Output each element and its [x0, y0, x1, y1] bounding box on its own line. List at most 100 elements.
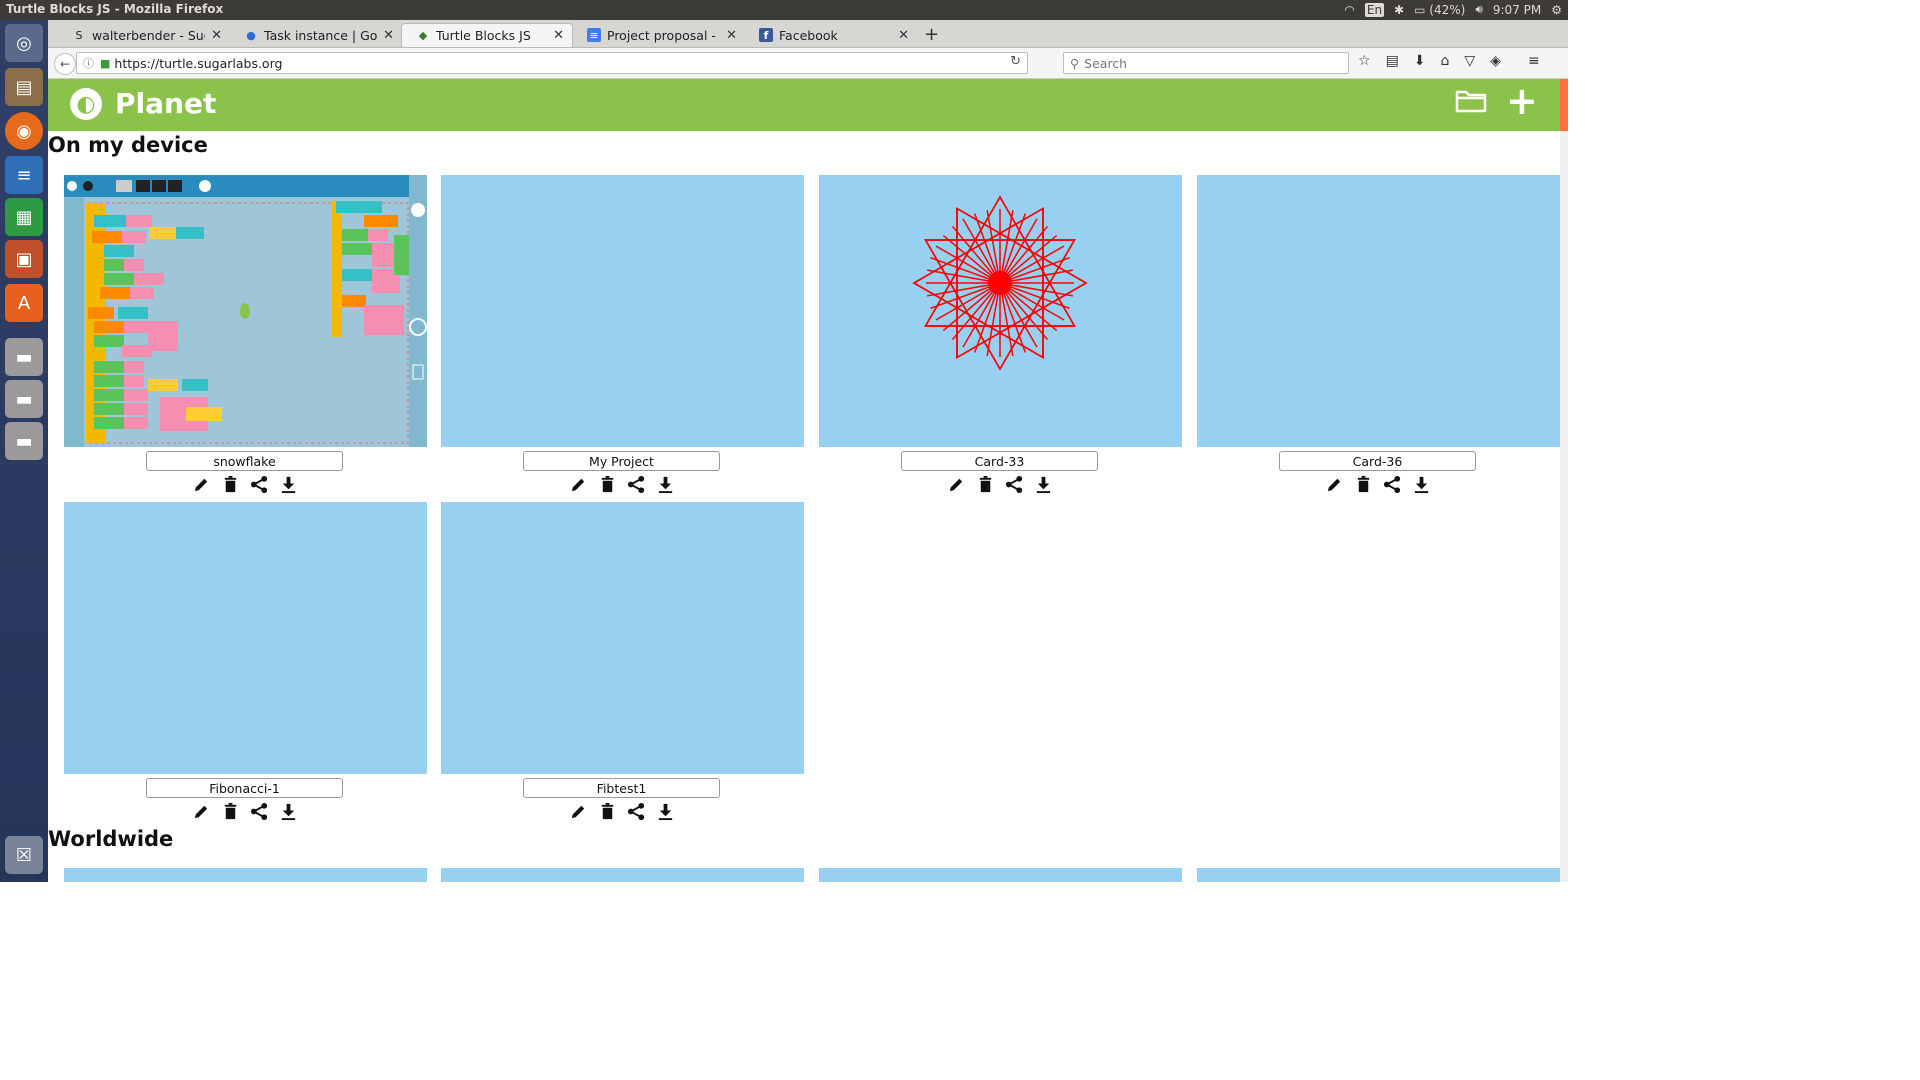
- edit-pencil-icon[interactable]: [569, 802, 588, 821]
- card-actions: [947, 475, 1053, 494]
- project-name-field[interactable]: My Project: [523, 451, 720, 471]
- bookmark-star-icon[interactable]: ☆: [1358, 53, 1371, 69]
- close-tab-icon[interactable]: ✕: [726, 28, 737, 43]
- close-tab-icon[interactable]: ✕: [553, 28, 564, 43]
- clock[interactable]: 9:07 PM: [1493, 3, 1541, 17]
- red-spirograph-image: [912, 195, 1088, 371]
- delete-trash-icon[interactable]: [598, 802, 617, 821]
- project-name-field[interactable]: Fibtest1: [523, 778, 720, 798]
- tab-facebook[interactable]: f Facebook ✕: [745, 23, 917, 47]
- worldwide-project-thumbnail[interactable]: [441, 868, 804, 882]
- downloads-icon[interactable]: ⬇: [1414, 53, 1426, 69]
- tab-task-instance[interactable]: ● Task instance | Goo… ✕: [230, 23, 402, 47]
- project-name-field[interactable]: snowflake: [146, 451, 343, 471]
- project-name-field[interactable]: Card-36: [1279, 451, 1476, 471]
- search-input[interactable]: ⚲ Search: [1063, 52, 1349, 74]
- edit-pencil-icon[interactable]: [569, 475, 588, 494]
- project-card: My Project: [441, 175, 804, 494]
- battery-indicator[interactable]: ▭ (42%): [1414, 3, 1465, 17]
- open-folder-icon[interactable]: [1455, 89, 1487, 113]
- browser-nav-bar: ← ⓘ ■ https://turtle.sugarlabs.org ↻ ⚲ S…: [48, 48, 1568, 79]
- close-tab-icon[interactable]: ✕: [898, 28, 909, 43]
- scrollbar[interactable]: [1560, 79, 1568, 882]
- ubuntu-dash-icon[interactable]: ◎: [5, 24, 43, 62]
- files-icon[interactable]: ▤: [5, 68, 43, 106]
- worldwide-project-thumbnail[interactable]: [819, 868, 1182, 882]
- system-top-panel: Turtle Blocks JS - Mozilla Firefox ◠ En …: [0, 0, 1568, 20]
- edit-pencil-icon[interactable]: [192, 802, 211, 821]
- software-center-icon[interactable]: A: [5, 284, 43, 322]
- worldwide-project-thumbnail[interactable]: [1197, 868, 1560, 882]
- project-thumbnail[interactable]: [819, 175, 1182, 447]
- trash-icon[interactable]: ☒: [5, 836, 43, 874]
- delete-trash-icon[interactable]: [976, 475, 995, 494]
- card-actions: [192, 802, 298, 821]
- google-code-in-favicon-icon: ●: [246, 28, 256, 42]
- download-icon[interactable]: [1034, 475, 1053, 494]
- libreoffice-calc-icon[interactable]: ▦: [5, 198, 43, 236]
- url-bar[interactable]: ⓘ ■ https://turtle.sugarlabs.org ↻: [76, 52, 1028, 74]
- share-icon[interactable]: [627, 802, 646, 821]
- delete-trash-icon[interactable]: [1354, 475, 1373, 494]
- keyboard-layout-indicator[interactable]: En: [1364, 2, 1385, 17]
- libreoffice-impress-icon[interactable]: ▣: [5, 240, 43, 278]
- new-project-plus-icon[interactable]: +: [1506, 82, 1538, 120]
- close-tab-icon[interactable]: ✕: [211, 28, 222, 43]
- delete-trash-icon[interactable]: [221, 802, 240, 821]
- google-docs-favicon-icon: ≡: [587, 28, 601, 42]
- sugarlabs-favicon-icon: S: [75, 28, 83, 42]
- scrollbar-thumb[interactable]: [1560, 79, 1568, 131]
- reading-list-icon[interactable]: ▤: [1386, 53, 1399, 69]
- project-thumbnail[interactable]: [441, 175, 804, 447]
- share-icon[interactable]: [1383, 475, 1402, 494]
- pocket-icon[interactable]: ▽: [1464, 53, 1475, 69]
- new-tab-plus-icon[interactable]: +: [924, 24, 939, 45]
- edit-pencil-icon[interactable]: [192, 475, 211, 494]
- project-thumbnail[interactable]: [441, 502, 804, 774]
- reload-icon[interactable]: ↻: [1010, 54, 1021, 69]
- drive-icon[interactable]: ▬: [5, 338, 43, 376]
- share-icon[interactable]: [250, 475, 269, 494]
- download-icon[interactable]: [656, 802, 675, 821]
- delete-trash-icon[interactable]: [221, 475, 240, 494]
- share-icon[interactable]: [250, 802, 269, 821]
- back-arrow-icon[interactable]: ←: [54, 53, 76, 75]
- globe-icon[interactable]: ◐: [70, 88, 102, 120]
- bluetooth-icon[interactable]: ✱: [1394, 3, 1404, 17]
- volume-icon[interactable]: 🔊︎: [1475, 2, 1483, 17]
- settings-gear-icon[interactable]: ⚙: [1551, 3, 1562, 17]
- project-thumbnail[interactable]: [1197, 175, 1560, 447]
- download-icon[interactable]: [279, 802, 298, 821]
- tab-project-proposal[interactable]: ≡ Project proposal - G… ✕: [573, 23, 745, 47]
- drive-icon[interactable]: ▬: [5, 422, 43, 460]
- wifi-icon[interactable]: ◠: [1344, 3, 1354, 17]
- menu-hamburger-icon[interactable]: ≡: [1528, 53, 1540, 69]
- worldwide-project-thumbnail[interactable]: [64, 868, 427, 882]
- share-icon[interactable]: [1005, 475, 1024, 494]
- libreoffice-writer-icon[interactable]: ≡: [5, 156, 43, 194]
- tab-walterbender[interactable]: S walterbender - Sug… ✕: [58, 23, 230, 47]
- tab-turtle-blocks[interactable]: ◆ Turtle Blocks JS ✕: [401, 23, 573, 47]
- edit-pencil-icon[interactable]: [947, 475, 966, 494]
- delete-trash-icon[interactable]: [598, 475, 617, 494]
- home-icon[interactable]: ⌂: [1441, 53, 1450, 69]
- toolbar-icons: ☆ ▤ ⬇ ⌂ ▽ ◈ ≡: [1358, 53, 1540, 69]
- project-card: Fibonacci-1: [64, 502, 427, 821]
- download-icon[interactable]: [656, 475, 675, 494]
- close-tab-icon[interactable]: ✕: [383, 28, 394, 43]
- drive-icon[interactable]: ▬: [5, 380, 43, 418]
- project-name-field[interactable]: Fibonacci-1: [146, 778, 343, 798]
- firefox-icon[interactable]: ◉: [5, 112, 43, 150]
- project-card: Card-33: [819, 175, 1182, 494]
- project-thumbnail[interactable]: [64, 502, 427, 774]
- share-icon[interactable]: [627, 475, 646, 494]
- download-icon[interactable]: [279, 475, 298, 494]
- unity-launcher: ◎ ▤ ◉ ≡ ▦ ▣ A ▬ ▬ ▬ ☒: [0, 20, 48, 882]
- download-icon[interactable]: [1412, 475, 1431, 494]
- battery-percent: (42%): [1429, 2, 1466, 17]
- project-thumbnail[interactable]: [64, 175, 427, 447]
- extension-icon[interactable]: ◈: [1490, 53, 1501, 69]
- project-name-field[interactable]: Card-33: [901, 451, 1098, 471]
- site-info-icon[interactable]: ⓘ: [83, 55, 94, 71]
- edit-pencil-icon[interactable]: [1325, 475, 1344, 494]
